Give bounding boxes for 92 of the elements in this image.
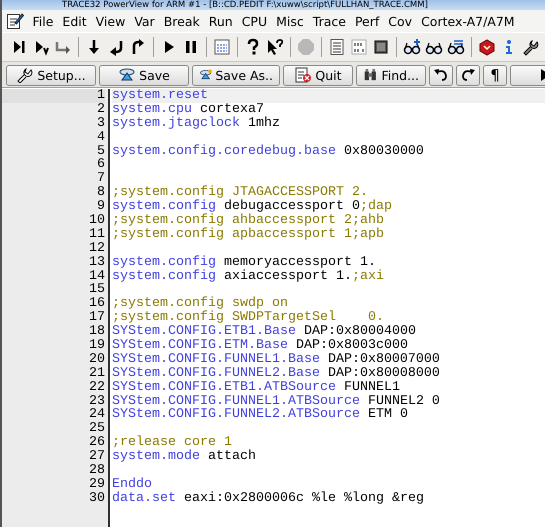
line-number: 4 [96, 130, 105, 145]
menu-item[interactable]: Misc [272, 14, 308, 28]
more-button[interactable] [510, 64, 545, 86]
code-line: SYStem.CONFIG.FUNNEL1.Base DAP:0x80007000 [112, 352, 441, 367]
line-number: 27 [88, 450, 105, 464]
menu-item[interactable]: Run [204, 14, 238, 28]
menu-item[interactable]: Trace [308, 14, 350, 28]
undo-button[interactable] [429, 64, 453, 86]
document-close-icon [294, 67, 312, 83]
menu-item[interactable]: Edit [58, 14, 92, 28]
line-number: 19 [88, 339, 105, 353]
note-icon [213, 38, 231, 56]
binoculars-icon [363, 67, 378, 83]
glasses-icon [403, 38, 421, 56]
line-number: 23 [88, 394, 105, 408]
menu-item[interactable]: Perf [350, 14, 384, 28]
line-number: 3 [96, 116, 105, 131]
stop-icon [297, 38, 315, 56]
menu-item[interactable]: File [28, 14, 58, 28]
line-number: 14 [88, 270, 105, 284]
code-line: system.config.coredebug.base 0x80030000 [112, 144, 425, 158]
save-as-button[interactable]: Save As.. [192, 64, 280, 86]
redo-icon [460, 67, 476, 83]
find-button[interactable]: Find... [356, 64, 426, 86]
line-number: 10 [88, 214, 105, 228]
box-icon [478, 38, 496, 56]
code-line: system.cpu cortexa7 [112, 102, 264, 117]
code-line: ;release core 1 [112, 436, 232, 450]
window-title: TRACE32 PowerView for ARM #1 - [B::CD.PEDIT F:\xuww\script\FULLHAN_TRACE.CMM] [62, 0, 428, 10]
menu-item[interactable]: CPU [237, 14, 272, 28]
line-number: 21 [88, 366, 105, 381]
pointer-help-icon [266, 38, 284, 56]
line-number: 28 [88, 464, 105, 478]
code-line: ;system.config JTAGACCESSPORT 2. [112, 186, 368, 200]
line-number: 17 [88, 311, 105, 326]
line-number: 29 [88, 478, 105, 492]
line-number: 15 [88, 283, 105, 298]
menu-item[interactable]: Break [159, 14, 204, 28]
code-line: ;system.config SWDPTargetSel 0. [112, 311, 384, 326]
line-number: 8 [96, 186, 105, 200]
line-number: 1 [2, 89, 105, 103]
wrench-icon [16, 67, 34, 83]
line-number: 2 [96, 102, 105, 117]
code-line: data.set eaxi:0x2800006c %le %long &reg [112, 492, 425, 506]
menu-item[interactable]: Var [130, 14, 160, 28]
code-line: ;system.config apbaccessport 1;apb [112, 228, 385, 242]
line-number: 26 [88, 436, 105, 450]
code-line: system.mode attach [112, 450, 257, 464]
binary-icon [350, 38, 368, 56]
wrench-icon [522, 38, 540, 56]
line-number: 5 [96, 144, 105, 158]
code-line: ;system.config swdp on [112, 297, 288, 312]
line-number: 20 [88, 352, 105, 367]
code-line: SYStem.CONFIG.FUNNEL2.ATBSource ETM 0 [112, 408, 409, 422]
line-number: 24 [88, 408, 105, 422]
paragraph-button[interactable]: ¶ [483, 64, 507, 86]
menu-item[interactable]: View [91, 14, 130, 28]
code-line: Enddo [112, 478, 152, 492]
line-number: 11 [88, 228, 105, 242]
quit-button[interactable]: Quit [283, 64, 353, 86]
wrench-button[interactable]: Setup... [6, 64, 96, 86]
code-line: SYStem.CONFIG.ETB1.ATBSource FUNNEL1 [112, 380, 401, 395]
line-number: 16 [88, 297, 105, 312]
undo-icon [433, 67, 449, 83]
code-line: SYStem.CONFIG.ETM.Base DAP:0x8003c000 [112, 339, 408, 353]
line-number: 12 [88, 242, 105, 256]
line-number: 7 [96, 172, 105, 186]
menu-item[interactable]: Cortex-A7/A7M [416, 14, 520, 28]
code-line: system.config axiaccessport 1.;axi [112, 270, 385, 284]
save-button[interactable]: Save [99, 64, 189, 86]
line-number: 25 [88, 422, 105, 436]
code-line: SYStem.CONFIG.FUNNEL2.Base DAP:0x80008000 [112, 366, 441, 381]
code-line: SYStem.CONFIG.ETB1.Base DAP:0x80004000 [112, 325, 417, 340]
chip-icon [372, 38, 390, 56]
code-line: system.config memoryaccessport 1. [112, 256, 376, 270]
redo-button[interactable] [456, 64, 480, 86]
code-editor[interactable] [2, 87, 545, 527]
notepad-icon [6, 12, 24, 30]
code-line: SYStem.CONFIG.FUNNEL1.ATBSource FUNNEL2 0 [112, 394, 441, 408]
menu-item[interactable]: Cov [384, 14, 417, 28]
disk-icon [118, 67, 136, 83]
line-number: 13 [88, 256, 105, 270]
line-number: 18 [88, 325, 105, 340]
code-line: system.jtagclock 1mhz [112, 116, 281, 131]
list-icon [328, 38, 346, 56]
line-number: 30 [88, 492, 105, 506]
glasses-icon [447, 38, 465, 56]
code-line: ;system.config ahbaccessport 2;ahb [112, 214, 385, 228]
line-number: 22 [88, 380, 105, 395]
line-number: 9 [97, 200, 105, 214]
line-number: 6 [96, 158, 105, 172]
code-line: system.config debugaccessport 0;dap [112, 200, 393, 214]
